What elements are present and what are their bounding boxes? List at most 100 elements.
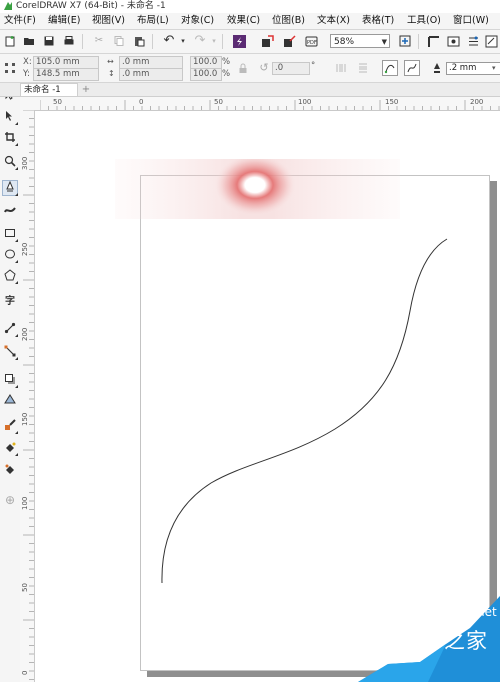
watermark-text: 脚本之家 <box>400 629 488 653</box>
width-icon: ↔ <box>107 57 114 66</box>
horizontal-ruler[interactable]: 50 0 50 100 150 200 <box>40 97 500 111</box>
smart-fill-tool-icon[interactable] <box>3 463 17 477</box>
ellipse-tool-icon[interactable] <box>3 248 18 263</box>
freehand-tool-icon[interactable] <box>2 180 18 196</box>
toolbar-separator <box>222 34 223 49</box>
lock-ratio-icon[interactable] <box>236 61 250 75</box>
document-tab[interactable]: 未命名 -1 <box>20 83 78 96</box>
y-position-label: Y: <box>23 69 30 79</box>
rotation-angle-field[interactable]: .0 <box>272 62 310 75</box>
v-ruler-label: 100 <box>21 496 29 510</box>
v-ruler-label: 50 <box>21 583 29 592</box>
chevron-down-icon: ▾ <box>492 64 496 72</box>
chevron-down-icon: ▼ <box>381 38 387 46</box>
standard-toolbar: ✂ ↶ ▾ ↷ ▾ PDF 58% ▼ <box>0 30 500 54</box>
outline-pen-icon <box>430 61 444 75</box>
redo-dropdown-icon[interactable]: ▾ <box>207 34 221 48</box>
redo-icon[interactable]: ↷ <box>193 34 207 48</box>
h-ruler-label: 100 <box>298 98 312 106</box>
ruler-origin[interactable] <box>20 97 40 111</box>
menu-layout[interactable]: 布局(L) <box>137 13 169 29</box>
svg-text:PDF: PDF <box>307 40 317 46</box>
menu-table[interactable]: 表格(T) <box>362 13 394 29</box>
zoom-level-value: 58% <box>334 37 355 47</box>
zoom-tool-icon[interactable] <box>3 155 18 170</box>
cut-icon[interactable]: ✂ <box>92 34 106 48</box>
height-field[interactable]: .0 mm <box>119 68 183 81</box>
watermark-site: jb51.net <box>447 605 497 619</box>
v-ruler-label: 150 <box>21 412 29 426</box>
paste-icon[interactable] <box>132 34 146 48</box>
export-icon[interactable] <box>282 34 296 48</box>
h-ruler-label: 0 <box>139 98 144 106</box>
menu-bar: 文件(F) 编辑(E) 视图(V) 布局(L) 对象(C) 效果(C) 位图(B… <box>0 13 500 30</box>
v-ruler-label: 250 <box>21 242 29 256</box>
undo-icon[interactable]: ↶ <box>162 34 176 48</box>
shape-tool-icon[interactable] <box>3 110 18 125</box>
zoom-to-page-icon[interactable] <box>398 34 412 48</box>
new-document-icon[interactable] <box>3 34 17 48</box>
print-icon[interactable] <box>62 34 76 48</box>
rectangle-tool-icon[interactable] <box>3 227 18 242</box>
page-size-icon[interactable] <box>3 61 17 75</box>
menu-file[interactable]: 文件(F) <box>4 13 36 29</box>
window-title: CorelDRAW X7 (64-Bit) - 未命名 -1 <box>16 1 166 11</box>
import-icon[interactable] <box>260 34 274 48</box>
snap-to-icon[interactable] <box>426 34 440 48</box>
copy-icon[interactable] <box>112 34 126 48</box>
v-ruler-label: 300 <box>21 156 29 170</box>
connector-tool-icon[interactable] <box>3 345 18 360</box>
menu-text[interactable]: 文本(X) <box>317 13 350 29</box>
mirror-horizontal-icon[interactable] <box>334 61 348 75</box>
toolbar-separator <box>82 34 83 49</box>
search-content-icon[interactable] <box>232 34 246 48</box>
coreldraw-logo-icon <box>4 2 12 10</box>
open-folder-icon[interactable] <box>22 34 36 48</box>
options-icon[interactable] <box>466 34 480 48</box>
degree-unit: ° <box>311 61 316 71</box>
crop-tool-icon[interactable] <box>3 131 18 146</box>
toolbar-separator <box>418 34 419 49</box>
text-tool-icon[interactable]: 字 <box>3 295 17 309</box>
view-preview-icon[interactable] <box>446 34 460 48</box>
launch-icon[interactable] <box>484 34 498 48</box>
add-document-tab[interactable]: + <box>80 84 92 95</box>
scale-y-field[interactable]: 100.0 <box>190 68 222 81</box>
menu-bitmaps[interactable]: 位图(B) <box>272 13 305 29</box>
artistic-media-tool-icon[interactable] <box>3 204 17 218</box>
title-bar: CorelDRAW X7 (64-Bit) - 未命名 -1 <box>0 0 500 14</box>
menu-window[interactable]: 窗口(W) <box>453 13 489 29</box>
scale-y-unit: % <box>222 69 231 79</box>
vertical-ruler[interactable]: 300 250 200 150 100 50 0 <box>20 110 35 682</box>
rotate-icon: ↺ <box>259 61 269 74</box>
menu-effects[interactable]: 效果(C) <box>227 13 260 29</box>
toolbox: 字 ⊕ <box>0 83 21 682</box>
add-tool-icon[interactable]: ⊕ <box>3 493 17 507</box>
h-ruler-label: 150 <box>385 98 399 106</box>
publish-pdf-icon[interactable]: PDF <box>304 34 318 48</box>
parallel-dimension-tool-icon[interactable] <box>3 322 18 337</box>
auto-close-curve-icon[interactable] <box>382 60 398 76</box>
color-eyedropper-tool-icon[interactable] <box>3 419 18 434</box>
menu-tools[interactable]: 工具(O) <box>407 13 441 29</box>
drop-shadow-tool-icon[interactable] <box>3 373 18 388</box>
toolbar-separator <box>152 34 153 49</box>
polygon-tool-icon[interactable] <box>3 269 18 284</box>
interactive-fill-tool-icon[interactable] <box>3 441 18 456</box>
scale-x-unit: % <box>222 57 231 67</box>
zoom-level-select[interactable]: 58% ▼ <box>330 34 390 48</box>
menu-edit[interactable]: 编辑(E) <box>48 13 80 29</box>
y-position-field[interactable]: 148.5 mm <box>33 68 99 81</box>
v-ruler-label: 200 <box>21 327 29 341</box>
transparency-tool-icon[interactable] <box>3 394 17 408</box>
horizontal-ruler-ticks <box>40 100 500 110</box>
undo-dropdown-icon[interactable]: ▾ <box>176 34 190 48</box>
smooth-curve-icon[interactable] <box>404 60 420 76</box>
vertical-ruler-ticks <box>23 110 34 680</box>
h-ruler-label: 50 <box>53 98 62 106</box>
save-icon[interactable] <box>42 34 56 48</box>
v-ruler-label: 0 <box>21 670 29 675</box>
mirror-vertical-icon[interactable] <box>356 61 370 75</box>
menu-object[interactable]: 对象(C) <box>181 13 214 29</box>
menu-view[interactable]: 视图(V) <box>92 13 125 29</box>
